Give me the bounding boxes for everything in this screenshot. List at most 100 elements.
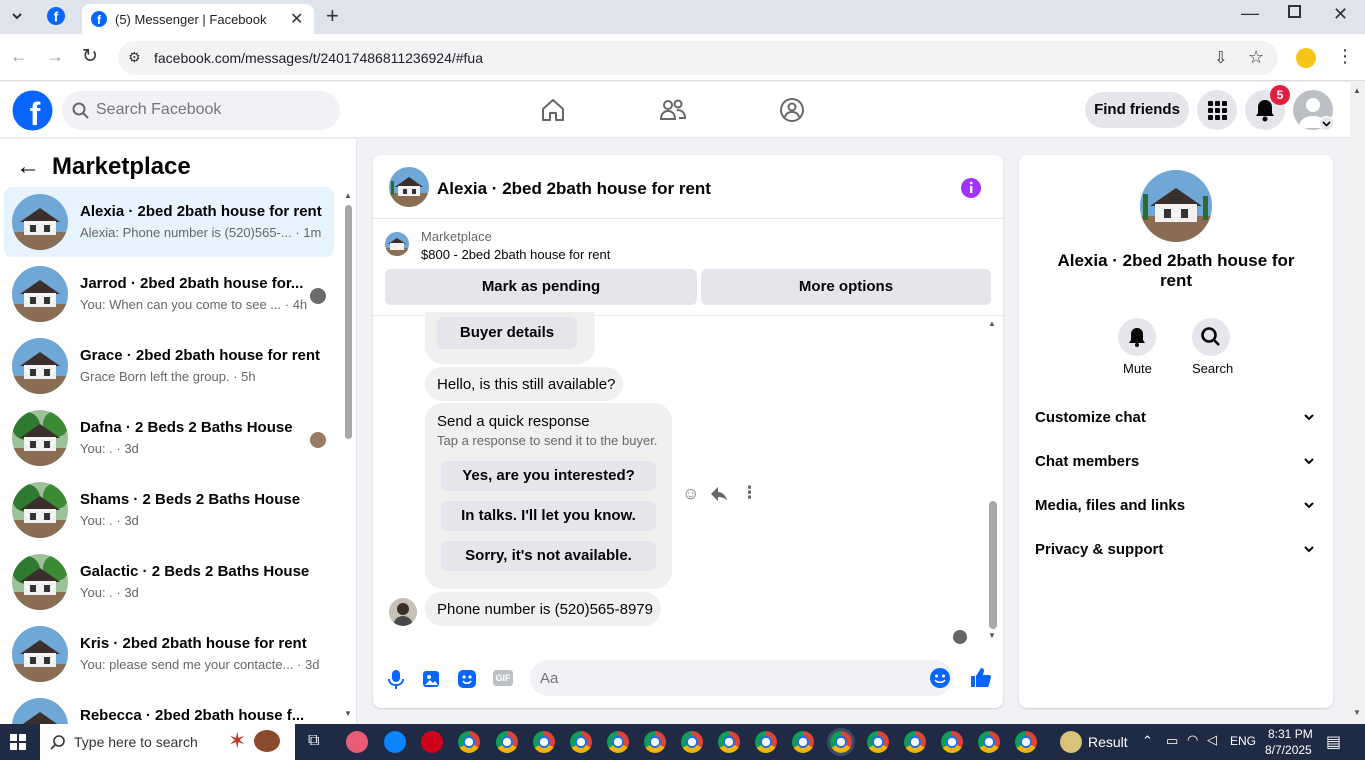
forward-icon[interactable]: → — [46, 46, 64, 67]
find-friends-button[interactable]: Find friends — [1085, 92, 1189, 128]
page-scrollbar[interactable]: ▲ ▼ — [1350, 82, 1365, 724]
sender-avatar[interactable] — [389, 598, 417, 626]
install-icon[interactable]: ⇩ — [1214, 48, 1227, 68]
sticker-icon[interactable] — [457, 669, 477, 689]
menu-grid-button[interactable] — [1197, 90, 1237, 130]
chrome-app-icon[interactable] — [533, 731, 555, 753]
chat-scrollbar[interactable]: ▲ ▼ — [987, 319, 999, 645]
conversation-item[interactable]: Alexia · 2bed 2bath house for rent Alexia… — [4, 187, 334, 257]
quick-reply-button[interactable]: Sorry, it's not available. — [441, 541, 656, 571]
mute-button[interactable] — [1118, 318, 1156, 356]
battery-icon[interactable]: ▭ — [1166, 733, 1178, 749]
chrome-app-icon[interactable] — [792, 731, 814, 753]
search-input[interactable] — [96, 99, 316, 121]
message-input[interactable] — [540, 668, 900, 688]
taskbar-search-box[interactable]: Type here to search ✶ — [40, 724, 295, 760]
bookmark-star-icon[interactable]: ☆ — [1248, 47, 1264, 68]
chrome-app-icon[interactable] — [827, 728, 855, 756]
chat-members-row[interactable]: Chat members — [1027, 445, 1325, 477]
chrome-app-icon[interactable] — [644, 731, 666, 753]
chat-header-avatar[interactable] — [389, 167, 429, 207]
tab-close-icon[interactable]: ✕ — [290, 9, 303, 29]
notification-center-icon[interactable]: ▤ — [1326, 732, 1341, 752]
window-close-icon[interactable]: ✕ — [1333, 4, 1348, 25]
list-scrollbar[interactable]: ▲ ▼ — [344, 191, 353, 721]
reply-arrow-icon[interactable] — [710, 486, 728, 502]
list-scroll-thumb[interactable] — [345, 205, 352, 439]
volume-muted-icon[interactable]: ◁ — [1207, 732, 1217, 748]
more-options-button[interactable]: More options — [701, 269, 991, 305]
conversation-item[interactable]: Shams · 2 Beds 2 Baths House You: . · 3d — [4, 475, 334, 545]
privacy-support-row[interactable]: Privacy & support — [1027, 533, 1325, 565]
site-info-icon[interactable]: ⚙ — [128, 49, 141, 66]
restore-icon[interactable] — [1288, 5, 1301, 18]
more-actions-icon[interactable]: ⋮ — [741, 483, 758, 503]
reload-icon[interactable]: ↻ — [82, 45, 98, 68]
url-bar[interactable]: ⚙ facebook.com/messages/t/24017486811236… — [118, 41, 1278, 75]
mark-pending-button[interactable]: Mark as pending — [385, 269, 697, 305]
conversation-item[interactable]: Jarrod · 2bed 2bath house for... You: Whe… — [4, 259, 334, 329]
conversation-item[interactable]: Galactic · 2 Beds 2 Baths House You: . · … — [4, 547, 334, 617]
groups-icon[interactable] — [779, 97, 805, 123]
details-avatar[interactable] — [1140, 170, 1212, 242]
tab-list-button[interactable] — [6, 5, 28, 27]
result-app-icon[interactable] — [1060, 731, 1082, 753]
back-arrow-icon[interactable]: ← — [16, 153, 40, 181]
chrome-app-icon[interactable] — [570, 731, 592, 753]
network-icon[interactable]: ◠ — [1187, 732, 1198, 748]
opera-app-icon[interactable] — [421, 731, 443, 753]
new-tab-icon[interactable]: + — [326, 3, 339, 29]
friends-icon[interactable] — [659, 97, 687, 123]
url-text[interactable]: facebook.com/messages/t/2401748681123692… — [154, 50, 483, 66]
gif-icon[interactable]: GIF — [493, 670, 513, 686]
listing-text[interactable]: $800 - 2bed 2bath house for rent — [421, 247, 610, 262]
conversation-item[interactable]: Kris · 2bed 2bath house for rent You: ple… — [4, 619, 334, 689]
conversation-item[interactable]: Grace · 2bed 2bath house for rent Grace B… — [4, 331, 334, 401]
task-view-icon[interactable]: ⧉ — [308, 732, 319, 750]
chrome-app-icon[interactable] — [867, 731, 889, 753]
edge-app-icon[interactable] — [384, 731, 406, 753]
like-thumb-icon[interactable] — [969, 666, 991, 688]
chrome-menu-icon[interactable]: ⋮ — [1336, 46, 1354, 67]
chrome-app-icon[interactable] — [718, 731, 740, 753]
info-icon[interactable] — [960, 177, 982, 199]
facebook-logo-icon[interactable]: f — [12, 90, 53, 131]
chrome-app-icon[interactable] — [904, 731, 926, 753]
emoji-icon[interactable] — [929, 667, 951, 689]
tray-chevron-icon[interactable]: ⌃ — [1142, 733, 1153, 749]
language-indicator[interactable]: ENG — [1230, 734, 1256, 748]
back-icon[interactable]: ← — [10, 46, 28, 67]
search-box[interactable] — [62, 91, 340, 130]
conversation-item[interactable]: Dafna · 2 Beds 2 Baths House You: . · 3d — [4, 403, 334, 473]
chat-scroll-thumb[interactable] — [989, 501, 997, 629]
microphone-icon[interactable] — [387, 668, 405, 690]
message-bubble[interactable]: Hello, is this still available? — [425, 367, 623, 401]
chat-title[interactable]: Alexia · 2bed 2bath house for rent — [437, 179, 711, 199]
chrome-app-icon[interactable] — [978, 731, 1000, 753]
chrome-app-icon[interactable] — [941, 731, 963, 753]
windows-start-icon[interactable] — [10, 734, 26, 750]
account-chevron-icon[interactable] — [1319, 116, 1334, 131]
photo-icon[interactable] — [422, 669, 440, 689]
clock-date[interactable]: 8/7/2025 — [1265, 743, 1312, 757]
quick-reply-button[interactable]: Yes, are you interested? — [441, 461, 656, 491]
extension-icon[interactable] — [1296, 48, 1316, 68]
facebook-pinned-tab-icon[interactable]: f — [46, 6, 66, 26]
react-smiley-icon[interactable]: ☺ — [682, 484, 699, 504]
quick-reply-button[interactable]: In talks. I'll let you know. — [441, 501, 656, 531]
chrome-app-icon[interactable] — [496, 731, 518, 753]
chrome-app-icon[interactable] — [458, 731, 480, 753]
chrome-app-icon[interactable] — [681, 731, 703, 753]
message-composer[interactable] — [530, 660, 953, 696]
clock-time[interactable]: 8:31 PM — [1268, 727, 1313, 741]
result-label[interactable]: Result — [1088, 734, 1128, 750]
buyer-details-button[interactable]: Buyer details — [437, 317, 577, 349]
editor-app-icon[interactable] — [346, 731, 368, 753]
tab-messenger[interactable]: f (5) Messenger | Facebook ✕ — [82, 4, 314, 34]
media-files-row[interactable]: Media, files and links — [1027, 489, 1325, 521]
chrome-app-icon[interactable] — [755, 731, 777, 753]
search-conversation-button[interactable] — [1192, 318, 1230, 356]
message-bubble[interactable]: Phone number is (520)565-8979 — [425, 592, 661, 626]
chrome-app-icon[interactable] — [607, 731, 629, 753]
chrome-app-icon[interactable] — [1015, 731, 1037, 753]
